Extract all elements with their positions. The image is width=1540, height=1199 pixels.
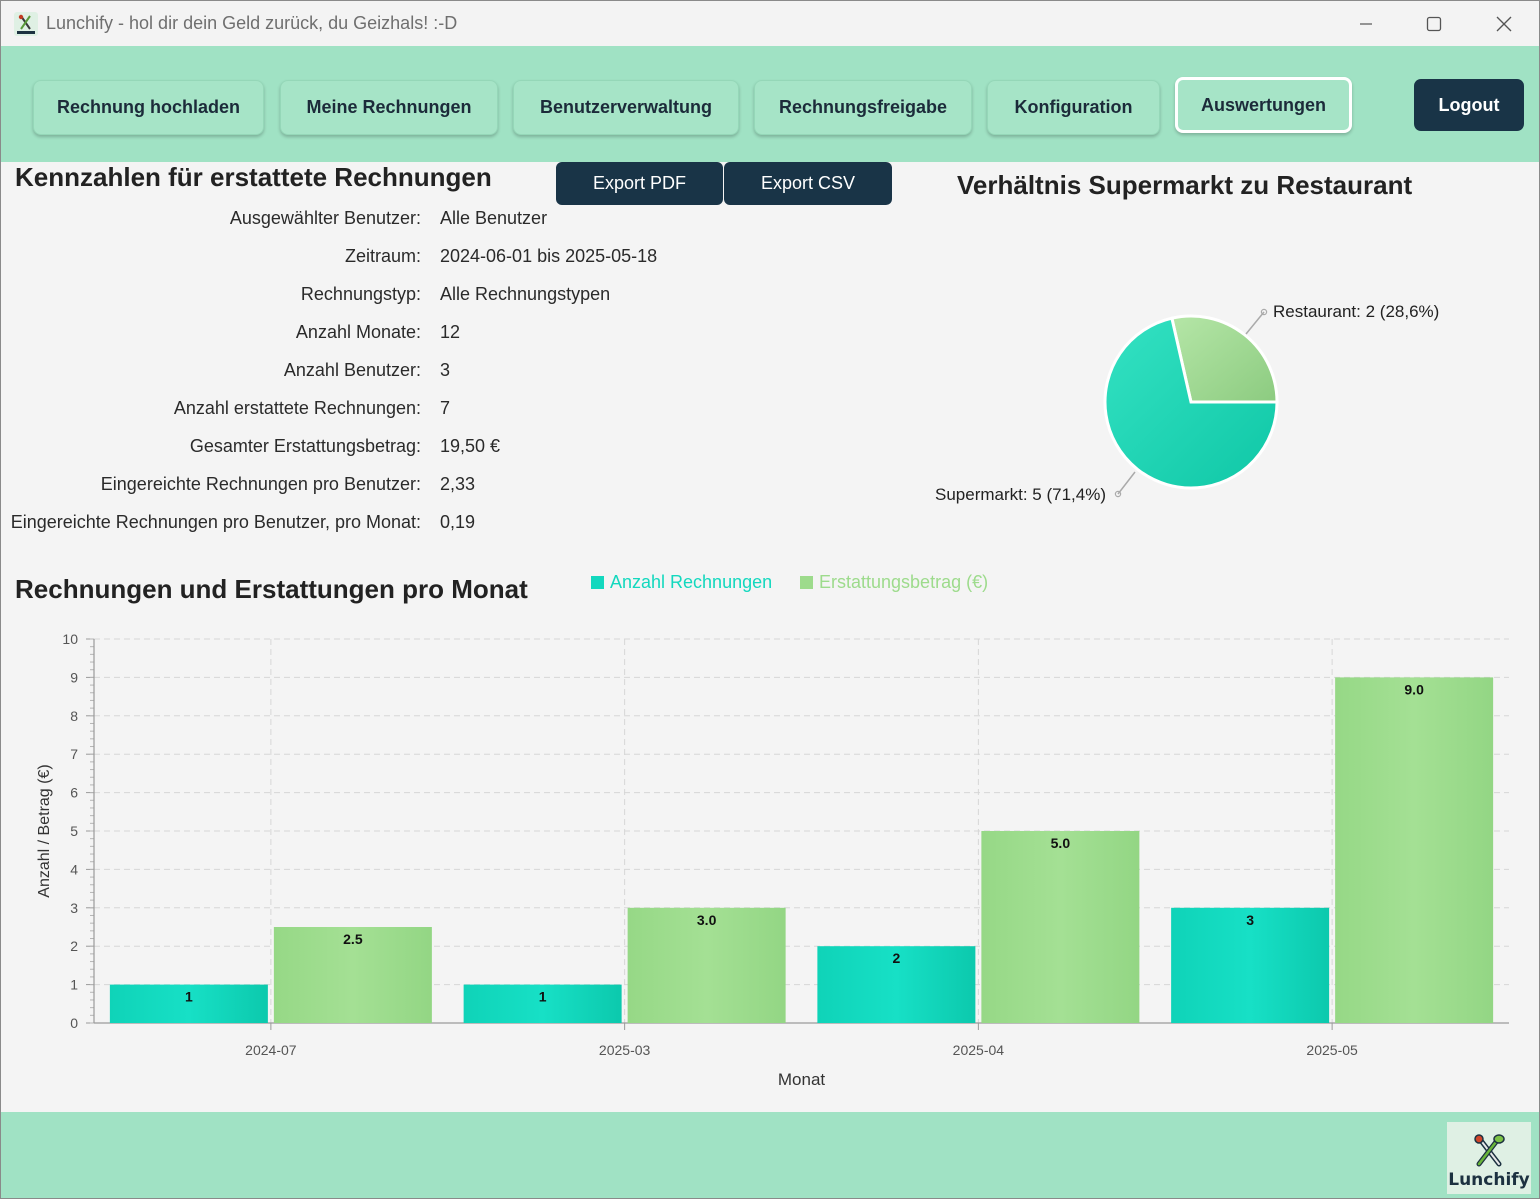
legend-item-anzahl: Anzahl Rechnungen xyxy=(591,572,772,593)
kennzahl-value: 3 xyxy=(440,360,451,380)
kennzahl-value: 0,19 xyxy=(440,512,476,532)
legend-swatch xyxy=(800,576,813,589)
pie-leader-lines xyxy=(1114,308,1268,498)
y-tick-label: 3 xyxy=(70,900,78,916)
nav-konfiguration-button[interactable]: Konfiguration xyxy=(987,80,1160,135)
y-tick-label: 10 xyxy=(62,631,78,647)
kennzahlen-title: Kennzahlen für erstattete Rechnungen xyxy=(15,162,492,192)
logout-button[interactable]: Logout xyxy=(1414,79,1524,131)
y-tick-label: 0 xyxy=(70,1015,78,1031)
nav-meine-rechnungen-button[interactable]: Meine Rechnungen xyxy=(280,80,498,135)
bar-value-label: 3 xyxy=(1246,912,1254,928)
kennzahl-value: 19,50 € xyxy=(440,436,501,456)
kennzahl-value: 2024-06-01 bis 2025-05-18 xyxy=(440,246,658,266)
legend-swatch xyxy=(591,576,604,589)
bar-erstattungsbetrag xyxy=(981,831,1140,1023)
auswertungen-content: Kennzahlen für erstattete Rechnungen Exp… xyxy=(1,162,1539,1112)
export-pdf-button[interactable]: Export PDF xyxy=(556,162,723,205)
maximize-icon[interactable] xyxy=(1399,1,1469,46)
bar-value-label: 2 xyxy=(892,950,900,966)
y-axis-title: Anzahl / Betrag (€) xyxy=(36,764,53,897)
lunchify-app-icon xyxy=(14,12,38,36)
y-tick-label: 6 xyxy=(70,785,78,801)
bar-value-label: 2.5 xyxy=(343,931,363,947)
kennzahl-label: Anzahl Benutzer: xyxy=(283,360,421,380)
bar-value-label: 3.0 xyxy=(697,912,717,928)
bar-chart-title: Rechnungen und Erstattungen pro Monat xyxy=(15,574,528,604)
kennzahl-value: 12 xyxy=(440,322,461,342)
kennzahl-value: 2,33 xyxy=(440,474,476,494)
title-bar: Lunchify - hol dir dein Geld zurück, du … xyxy=(1,1,1539,46)
bar-value-label: 1 xyxy=(185,989,193,1005)
kennzahl-label: Anzahl Monate: xyxy=(295,322,421,342)
bar-chart: 0 1 2 3 4 5 6 7 8 9 10 1 2.5 2024-07 1 3.0 2025-03 2 5.0 20… xyxy=(36,631,1509,1089)
y-tick-label: 9 xyxy=(70,669,78,685)
bar-value-label: 1 xyxy=(539,989,547,1005)
x-tick-label: 2025-04 xyxy=(953,1042,1005,1058)
x-tick-label: 2025-03 xyxy=(599,1042,651,1058)
y-tick-label: 8 xyxy=(70,708,78,724)
kennzahl-value: Alle Rechnungstypen xyxy=(440,284,611,304)
minimize-icon[interactable] xyxy=(1331,1,1401,46)
kennzahl-label: Rechnungstyp: xyxy=(300,284,421,304)
kennzahl-value: 7 xyxy=(440,398,451,418)
app-window: Lunchify - hol dir dein Geld zurück, du … xyxy=(0,0,1540,1199)
cutlery-logo-icon xyxy=(1474,1134,1505,1167)
pie-label-restaurant: Restaurant: 2 (28,6%) xyxy=(1273,302,1440,321)
nav-rechnungsfreigabe-button[interactable]: Rechnungsfreigabe xyxy=(754,80,972,135)
footer-bar: Lunchify xyxy=(1,1112,1539,1198)
y-tick-label: 2 xyxy=(70,938,78,954)
pie-chart-title: Verhältnis Supermarkt zu Restaurant xyxy=(957,170,1413,200)
lunchify-logo: Lunchify xyxy=(1447,1122,1531,1194)
window-title: Lunchify - hol dir dein Geld zurück, du … xyxy=(46,13,458,33)
legend-label: Erstattungsbetrag (€) xyxy=(819,572,989,592)
bar-erstattungsbetrag xyxy=(1335,677,1494,1023)
nav-auswertungen-button[interactable]: Auswertungen xyxy=(1175,77,1352,133)
main-navigation: Rechnung hochladen Meine Rechnungen Benu… xyxy=(1,46,1539,162)
kennzahl-label: Zeitraum: xyxy=(344,246,421,266)
bar-value-label: 5.0 xyxy=(1051,835,1071,851)
kennzahl-label: Ausgewählter Benutzer: xyxy=(229,208,421,228)
close-icon[interactable] xyxy=(1469,1,1539,46)
nav-rechnung-hochladen-button[interactable]: Rechnung hochladen xyxy=(33,80,264,135)
logo-text: Lunchify xyxy=(1448,1170,1530,1190)
x-tick-label: 2025-05 xyxy=(1306,1042,1358,1058)
bar-value-label: 9.0 xyxy=(1404,681,1424,697)
nav-benutzerverwaltung-button[interactable]: Benutzerverwaltung xyxy=(513,80,739,135)
kennzahl-value: Alle Benutzer xyxy=(440,208,548,228)
y-tick-label: 7 xyxy=(70,746,78,762)
legend-item-betrag: Erstattungsbetrag (€) xyxy=(800,572,988,593)
export-csv-button[interactable]: Export CSV xyxy=(724,162,892,205)
pie-label-supermarkt: Supermarkt: 5 (71,4%) xyxy=(935,485,1107,504)
kennzahl-label: Eingereichte Rechnungen pro Benutzer: xyxy=(100,474,421,494)
x-axis-title: Monat xyxy=(778,1070,826,1089)
x-tick-label: 2024-07 xyxy=(245,1042,297,1058)
y-tick-label: 1 xyxy=(70,977,78,993)
kennzahl-label: Eingereichte Rechnungen pro Benutzer, pr… xyxy=(10,512,421,532)
y-tick-label: 5 xyxy=(70,823,78,839)
kennzahl-label: Anzahl erstattete Rechnungen: xyxy=(173,398,421,418)
y-tick-label: 4 xyxy=(70,861,78,877)
legend-label: Anzahl Rechnungen xyxy=(610,572,773,592)
kennzahl-label: Gesamter Erstattungsbetrag: xyxy=(189,436,421,456)
